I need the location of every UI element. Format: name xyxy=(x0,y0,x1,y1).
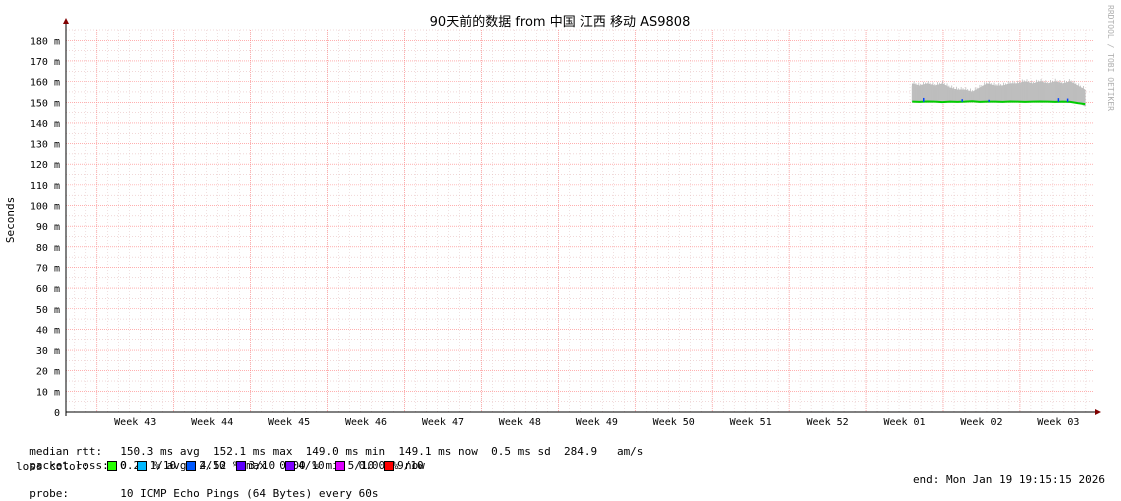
x-tick-label: Week 44 xyxy=(191,417,233,428)
loss-color-label: 4/10 xyxy=(298,459,325,472)
loss-color-entry: 9/10 xyxy=(384,459,424,473)
chart-title: 90天前的数据 from 中国 江西 移动 AS9808 xyxy=(430,14,691,30)
x-tick-label: Week 43 xyxy=(114,417,156,428)
y-tick-label: 50 m xyxy=(36,305,60,316)
rrdtool-watermark: RRDTOOL / TOBI OETIKER xyxy=(1106,5,1115,111)
loss-color-entry: 1/10 xyxy=(136,459,177,473)
x-tick-label: Week 50 xyxy=(653,417,695,428)
x-tick-label: Week 49 xyxy=(576,417,618,428)
chart-axes xyxy=(63,18,1101,416)
y-tick-label: 120 m xyxy=(30,160,60,171)
x-tick-label: Week 03 xyxy=(1037,417,1079,428)
y-tick-label: 100 m xyxy=(30,202,60,213)
loss-color-label: loss color: xyxy=(16,460,89,473)
loss-color-entry: 5/10 xyxy=(334,459,375,473)
y-tick-label: 150 m xyxy=(30,98,60,109)
x-tick-label: Week 01 xyxy=(883,417,925,428)
y-tick-label: 130 m xyxy=(30,140,60,151)
y-tick-label: 170 m xyxy=(30,57,60,68)
y-axis-label: Seconds xyxy=(4,197,17,243)
median-line xyxy=(912,100,1086,106)
loss-color-label: 5/10 xyxy=(347,459,375,472)
y-tick-label: 90 m xyxy=(36,222,60,233)
latency-chart: 0 10 m 20 m 30 m 40 m 50 m 60 m 70 m 80 m 90 m 100… xyxy=(4,5,1115,428)
loss-color-swatch xyxy=(384,461,395,471)
loss-color-entry: 4/10 xyxy=(285,459,325,473)
loss-color-swatch xyxy=(186,461,197,471)
x-tick-label: Week 47 xyxy=(422,417,464,428)
y-tick-label: 40 m xyxy=(36,325,60,336)
loss-color-swatch xyxy=(136,461,147,471)
y-tick-label: 80 m xyxy=(36,243,60,254)
y-axis-arrow xyxy=(63,18,69,24)
y-tick-label: 160 m xyxy=(30,78,60,89)
x-tick-label: Week 45 xyxy=(268,417,310,428)
x-tick-label: Week 52 xyxy=(807,417,849,428)
x-tick-label: Week 48 xyxy=(499,417,541,428)
loss-color-entry: 0 xyxy=(107,459,127,473)
loss-color-entry: 3/10 xyxy=(235,459,276,473)
loss-color-label: 1/10 xyxy=(149,459,177,472)
legend-probe: probe: 10 ICMP Echo Pings (64 Bytes) ever… xyxy=(16,473,378,501)
x-tick-label: Week 02 xyxy=(960,417,1002,428)
loss-color-entry: 2/10 xyxy=(186,459,226,473)
y-tick-label: 10 m xyxy=(36,387,60,398)
loss-color-label: 2/10 xyxy=(199,459,226,472)
loss-color-label: 9/10 xyxy=(397,459,424,472)
x-axis-arrow xyxy=(1095,409,1101,415)
y-tick-label: 20 m xyxy=(36,367,60,378)
y-tick-label: 0 xyxy=(54,408,60,419)
loss-color-swatch xyxy=(285,461,296,471)
y-tick-label: 140 m xyxy=(30,119,60,130)
loss-color-label: 3/10 xyxy=(248,459,276,472)
x-tick-label: Week 51 xyxy=(730,417,772,428)
y-tick-label: 110 m xyxy=(30,181,60,192)
y-tick-label: 60 m xyxy=(36,284,60,295)
loss-color-swatch xyxy=(235,461,246,471)
loss-color-label: 0 xyxy=(120,459,127,472)
y-tick-label: 30 m xyxy=(36,346,60,357)
loss-color-swatch xyxy=(107,461,117,471)
y-tick-label: 180 m xyxy=(30,36,60,47)
probe-label: probe: xyxy=(29,487,69,500)
y-tick-label: 70 m xyxy=(36,263,60,274)
x-tick-label: Week 46 xyxy=(345,417,387,428)
chart-plot-area xyxy=(911,78,1086,107)
loss-color-swatch xyxy=(334,461,345,471)
end-timestamp: end: Mon Jan 19 19:15:15 2026 xyxy=(912,473,1105,486)
